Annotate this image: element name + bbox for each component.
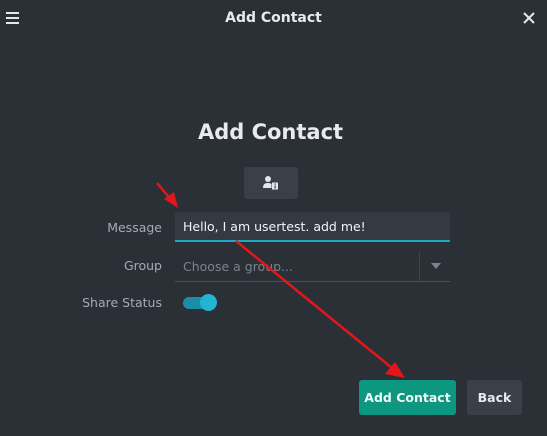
hamburger-menu-icon[interactable] — [5, 10, 21, 26]
add-contact-button[interactable]: Add Contact — [359, 380, 456, 415]
share-status-toggle[interactable] — [183, 294, 217, 312]
toggle-knob[interactable] — [200, 294, 217, 311]
message-label: Message — [107, 220, 162, 235]
contact-info-icon — [263, 176, 278, 190]
message-input[interactable] — [175, 212, 450, 242]
annotation-arrow-to-message — [156, 182, 178, 208]
window-title: Add Contact — [225, 10, 322, 26]
contact-info-button[interactable] — [244, 167, 298, 199]
add-contact-window: Add Contact Add Contact Message Group Ch… — [0, 0, 547, 436]
group-select[interactable]: Choose a group... — [175, 252, 450, 282]
page-title: Add Contact — [197, 120, 344, 144]
close-icon[interactable] — [521, 10, 537, 26]
share-status-label: Share Status — [82, 295, 162, 310]
group-placeholder: Choose a group... — [183, 259, 293, 274]
back-button[interactable]: Back — [467, 380, 522, 415]
group-label: Group — [123, 258, 162, 273]
title-bar: Add Contact — [0, 0, 547, 36]
chevron-down-icon[interactable] — [431, 263, 441, 269]
